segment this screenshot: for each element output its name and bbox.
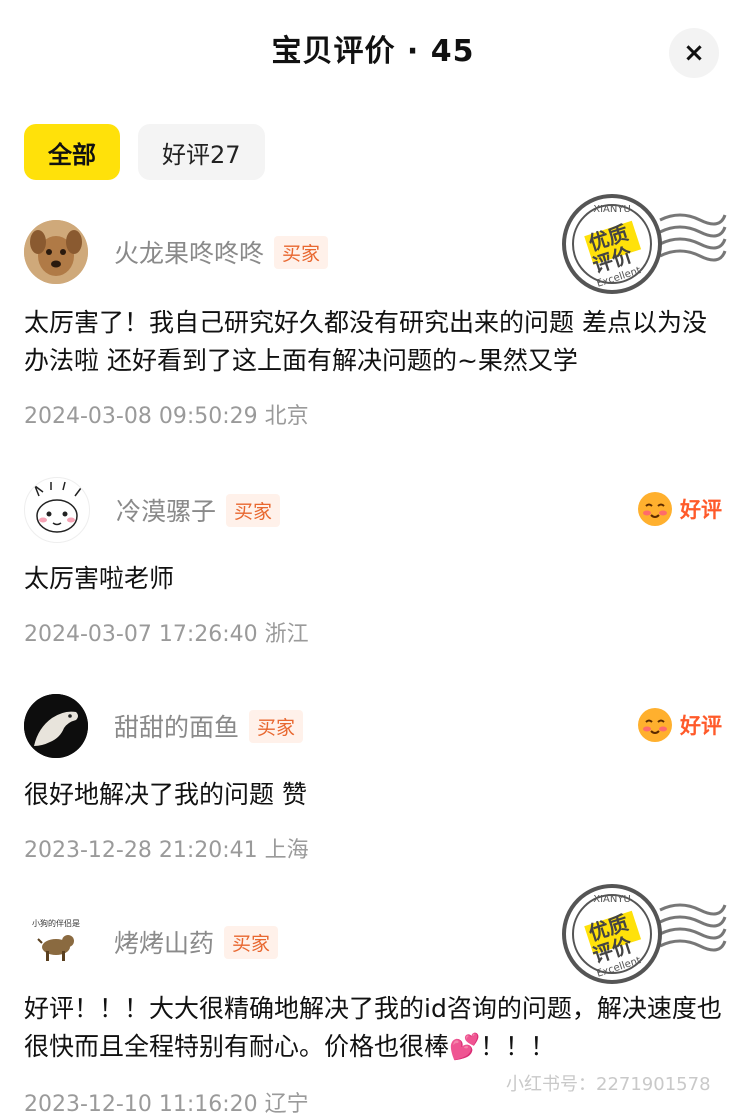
buyer-badge: 买家 [274, 235, 329, 269]
good-review-label: 好评 [680, 714, 722, 738]
avatar[interactable] [24, 220, 88, 284]
excellent-review-stamp: XIANYU 优质 评价 Excellent [560, 190, 730, 304]
watermark-text: 小红书号：2271901578 [506, 1074, 711, 1095]
smile-face-icon [638, 708, 672, 742]
close-icon: × [683, 38, 705, 68]
smile-face-icon [638, 492, 672, 526]
good-review-badge: 好评 [636, 490, 722, 528]
avatar[interactable]: 小狗的伴侣是 [24, 910, 88, 974]
review-header: 冷漠骡子 买家 [24, 477, 281, 543]
horse-avatar-icon [24, 694, 88, 758]
close-button[interactable]: × [669, 28, 719, 78]
dog-avatar-icon [37, 935, 74, 961]
avatar-caption: 小狗的伴侣是 [32, 919, 80, 928]
good-review-label: 好评 [680, 498, 722, 522]
avatar[interactable] [24, 694, 88, 758]
good-review-badge: 好评 [636, 706, 722, 744]
review-time: 2023-12-28 21:20:41 上海 [24, 838, 309, 863]
review-header: 甜甜的面鱼 买家 [24, 694, 304, 758]
review-header: 火龙果咚咚咚 买家 [24, 220, 329, 284]
dog-avatar-icon [24, 220, 88, 284]
review-header: 小狗的伴侣是 烤烤山药 买家 [24, 910, 279, 974]
buyer-badge: 买家 [249, 709, 304, 743]
review-text: 太厉害了！我自己研究好久都没有研究出来的问题 差点以为没办法啦 还好看到了这上面… [24, 308, 707, 375]
filter-tabs: 全部 好评27 [24, 124, 265, 180]
username[interactable]: 火龙果咚咚咚 [114, 234, 264, 270]
buyer-badge: 买家 [226, 493, 281, 527]
tab-all[interactable]: 全部 [24, 124, 120, 180]
review-time: 2023-12-10 11:16:20 辽宁 [24, 1092, 309, 1117]
avatar[interactable] [24, 477, 90, 543]
review-text: 好评！！！大大很精确地解决了我的id咨询的问题，解决速度也很快而且全程特别有耐心… [24, 994, 722, 1061]
excellent-review-stamp: XIANYU 优质 评价 Excellent [560, 880, 730, 994]
username[interactable]: 冷漠骡子 [116, 492, 216, 528]
cartoon-face-avatar-icon [33, 481, 82, 533]
stamp-top-text: XIANYU [593, 204, 631, 215]
review-time: 2024-03-08 09:50:29 北京 [24, 404, 309, 429]
username[interactable]: 甜甜的面鱼 [114, 708, 239, 744]
review-text: 很好地解决了我的问题 赞 [24, 780, 307, 809]
review-text: 太厉害啦老师 [24, 564, 175, 593]
review-time: 2024-03-07 17:26:40 浙江 [24, 622, 309, 647]
buyer-badge: 买家 [224, 925, 279, 959]
stamp-top-text: XIANYU [593, 894, 631, 905]
username[interactable]: 烤烤山药 [114, 924, 214, 960]
tab-good-reviews[interactable]: 好评27 [138, 124, 265, 180]
header: 宝贝评价 · 45 × [0, 0, 746, 100]
page-title: 宝贝评价 · 45 [271, 34, 475, 69]
